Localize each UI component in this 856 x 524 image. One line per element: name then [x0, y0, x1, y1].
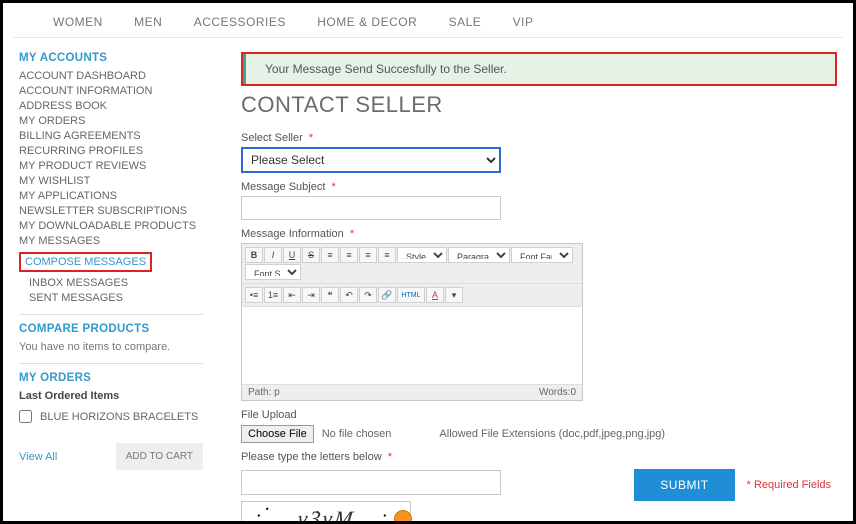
alert-highlight: Your Message Send Succesfully to the Sel…	[241, 52, 837, 86]
success-alert: Your Message Send Succesfully to the Sel…	[243, 54, 835, 84]
no-file-text: No file chosen	[322, 428, 392, 440]
sidebar-item-recurring[interactable]: RECURRING PROFILES	[19, 145, 203, 157]
choose-file-button[interactable]: Choose File	[241, 425, 314, 443]
message-subject-input[interactable]	[241, 196, 501, 220]
sidebar-item-address-book[interactable]: ADDRESS BOOK	[19, 100, 203, 112]
bg-color-icon[interactable]: ▾	[445, 287, 463, 303]
editor-paragraph-select[interactable]: Paragraph	[448, 247, 510, 263]
align-center-icon[interactable]: ≡	[340, 247, 358, 263]
allowed-extensions: Allowed File Extensions (doc,pdf,jpeg,pn…	[439, 428, 665, 440]
orders-heading: MY ORDERS	[19, 372, 203, 384]
reload-icon[interactable]	[394, 510, 412, 524]
required-fields-note: * Required Fields	[747, 479, 831, 491]
sidebar-item-dashboard[interactable]: ACCOUNT DASHBOARD	[19, 70, 203, 82]
strike-icon[interactable]: S	[302, 247, 320, 263]
editor-fontfamily-select[interactable]: Font Family	[511, 247, 573, 263]
sidebar-item-my-messages[interactable]: MY MESSAGES	[19, 235, 203, 247]
editor-path: Path: p	[248, 387, 280, 398]
captcha-input[interactable]	[241, 470, 501, 495]
align-justify-icon[interactable]: ≡	[378, 247, 396, 263]
file-upload-row: Choose File No file chosen Allowed File …	[241, 425, 837, 443]
orders-subheading: Last Ordered Items	[19, 390, 203, 402]
form-footer: SUBMIT * Required Fields	[634, 469, 831, 501]
quote-icon[interactable]: ❝	[321, 287, 339, 303]
view-all-link[interactable]: View All	[19, 451, 57, 463]
editor-toolbar-2: •≡ 1≡ ⇤ ⇥ ❝ ↶ ↷ 🔗 HTML A ▾	[242, 284, 582, 307]
outdent-icon[interactable]: ⇤	[283, 287, 301, 303]
add-to-cart-button[interactable]: ADD TO CART	[116, 443, 203, 470]
underline-icon[interactable]: U	[283, 247, 301, 263]
sidebar-item-sent[interactable]: SENT MESSAGES	[29, 292, 203, 304]
editor-fontsize-select[interactable]: Font Size	[245, 264, 301, 280]
submit-button[interactable]: SUBMIT	[634, 469, 734, 501]
redo-icon[interactable]: ↷	[359, 287, 377, 303]
nav-men[interactable]: MEN	[134, 15, 162, 29]
sidebar: MY ACCOUNTS ACCOUNT DASHBOARD ACCOUNT IN…	[13, 52, 213, 524]
captcha-image: v3yM	[241, 501, 411, 524]
sidebar-item-wishlist[interactable]: MY WISHLIST	[19, 175, 203, 187]
nav-accessories[interactable]: ACCESSORIES	[194, 15, 286, 29]
number-list-icon[interactable]: 1≡	[264, 287, 282, 303]
sidebar-item-newsletter[interactable]: NEWSLETTER SUBSCRIPTIONS	[19, 205, 203, 217]
sidebar-heading: MY ACCOUNTS	[19, 52, 203, 64]
sidebar-item-downloadable[interactable]: MY DOWNLOADABLE PRODUCTS	[19, 220, 203, 232]
seller-label: Select Seller *	[241, 132, 837, 144]
main-content: Your Message Send Succesfully to the Sel…	[213, 52, 843, 524]
compare-hint: You have no items to compare.	[19, 341, 203, 353]
bold-icon[interactable]: B	[245, 247, 263, 263]
sidebar-item-billing[interactable]: BILLING AGREEMENTS	[19, 130, 203, 142]
bullet-list-icon[interactable]: •≡	[245, 287, 263, 303]
alert-message: Your Message Send Succesfully to the Sel…	[265, 62, 507, 76]
html-icon[interactable]: HTML	[397, 287, 425, 303]
order-item-checkbox[interactable]	[19, 410, 32, 423]
editor-footer: Path: p Words:0	[242, 385, 582, 400]
top-nav: WOMEN MEN ACCESSORIES HOME & DECOR SALE …	[13, 11, 843, 38]
italic-icon[interactable]: I	[264, 247, 282, 263]
link-icon[interactable]: 🔗	[378, 287, 396, 303]
page-title: CONTACT SELLER	[241, 92, 837, 118]
sidebar-item-inbox[interactable]: INBOX MESSAGES	[29, 277, 203, 289]
nav-vip[interactable]: VIP	[513, 15, 534, 29]
order-item-row: BLUE HORIZONS BRACELETS	[19, 410, 203, 423]
sidebar-item-my-orders[interactable]: MY ORDERS	[19, 115, 203, 127]
align-left-icon[interactable]: ≡	[321, 247, 339, 263]
indent-icon[interactable]: ⇥	[302, 287, 320, 303]
order-item-name: BLUE HORIZONS BRACELETS	[40, 411, 198, 423]
sidebar-item-applications[interactable]: MY APPLICATIONS	[19, 190, 203, 202]
align-right-icon[interactable]: ≡	[359, 247, 377, 263]
nav-home-decor[interactable]: HOME & DECOR	[317, 15, 417, 29]
file-upload-label: File Upload	[241, 409, 837, 421]
captcha-text: v3yM	[296, 506, 357, 524]
undo-icon[interactable]: ↶	[340, 287, 358, 303]
captcha-label: Please type the letters below *	[241, 451, 837, 463]
editor-toolbar-1: B I U S ≡ ≡ ≡ ≡ Styles Paragraph Font Fa…	[242, 244, 582, 284]
subject-label: Message Subject *	[241, 181, 837, 193]
rich-text-editor: B I U S ≡ ≡ ≡ ≡ Styles Paragraph Font Fa…	[241, 243, 583, 401]
sidebar-highlight: COMPOSE MESSAGES	[19, 252, 152, 272]
compare-heading: COMPARE PRODUCTS	[19, 323, 203, 335]
info-label: Message Information *	[241, 228, 837, 240]
select-seller[interactable]: Please Select	[241, 147, 501, 173]
text-color-icon[interactable]: A	[426, 287, 444, 303]
nav-women[interactable]: WOMEN	[53, 15, 103, 29]
sidebar-item-compose[interactable]: COMPOSE MESSAGES	[25, 256, 146, 268]
nav-sale[interactable]: SALE	[449, 15, 482, 29]
sidebar-item-account-info[interactable]: ACCOUNT INFORMATION	[19, 85, 203, 97]
editor-wordcount: Words:0	[539, 387, 576, 398]
editor-textarea[interactable]	[242, 307, 582, 385]
sidebar-item-reviews[interactable]: MY PRODUCT REVIEWS	[19, 160, 203, 172]
editor-styles-select[interactable]: Styles	[397, 247, 447, 263]
